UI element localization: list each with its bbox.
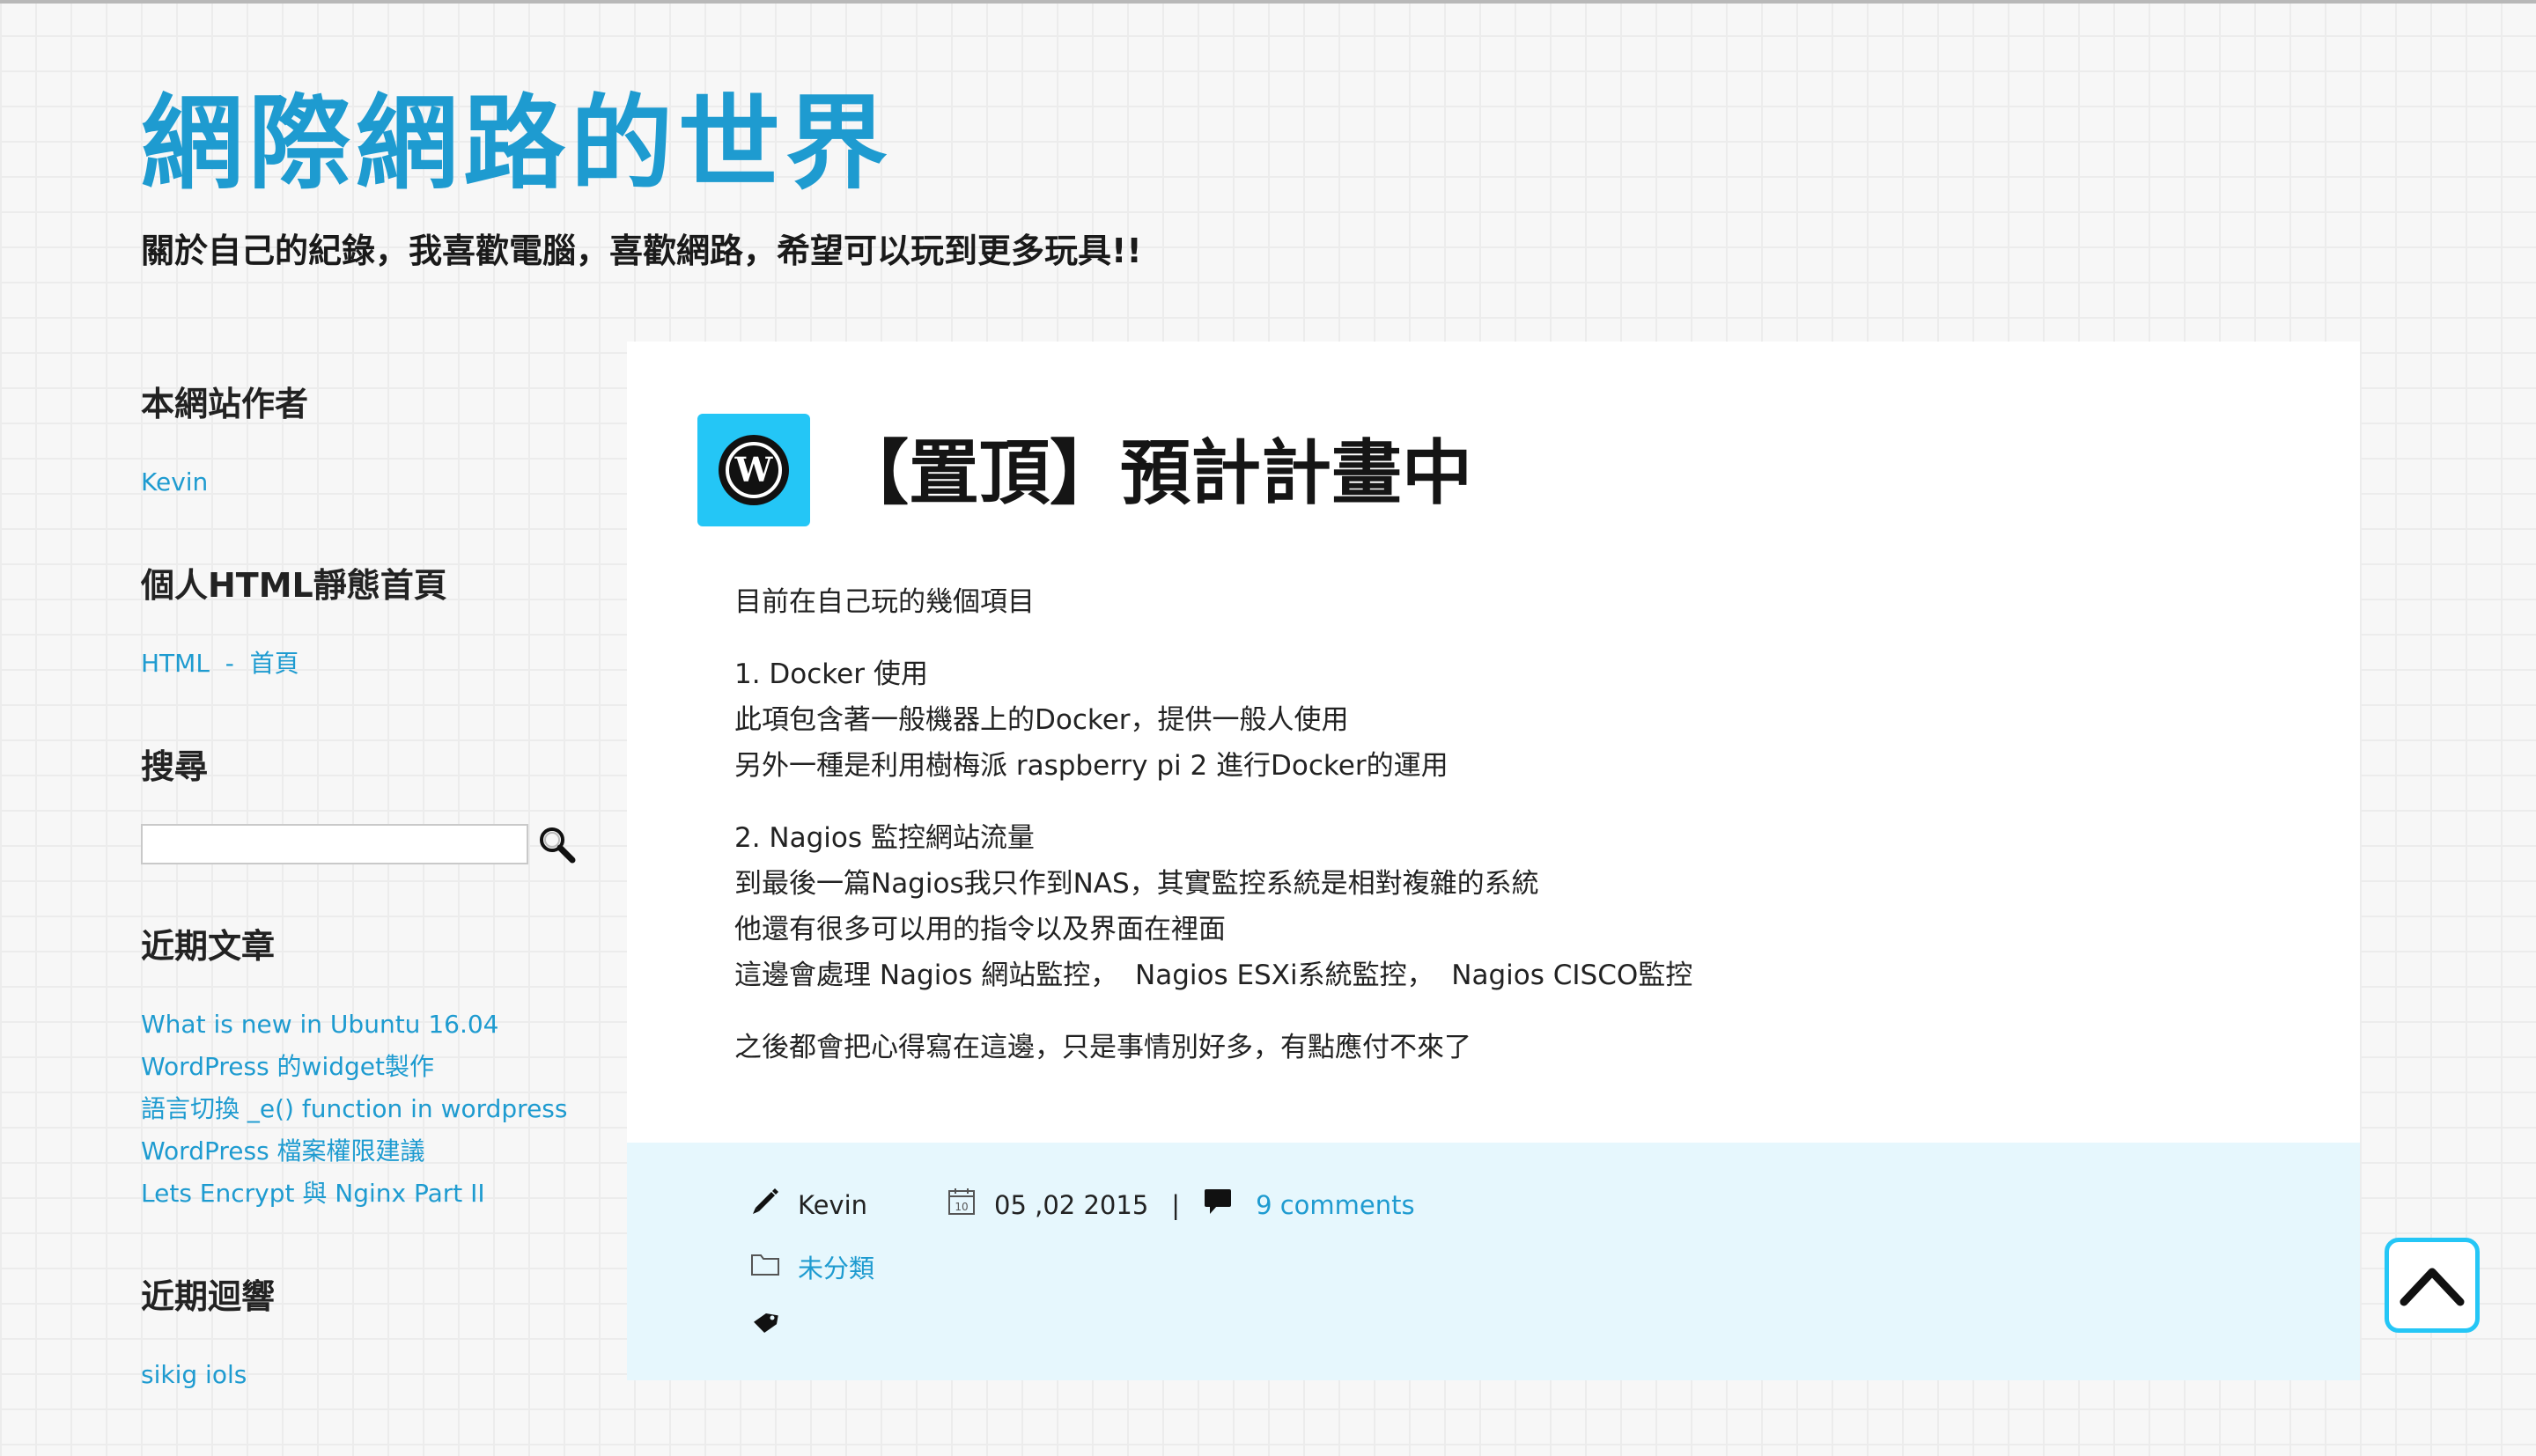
comment-icon (1203, 1187, 1233, 1223)
tag-icon (750, 1310, 780, 1342)
widget-title-search: 搜尋 (141, 747, 209, 786)
svg-text:W: W (734, 450, 774, 489)
post-content: 目前在自己玩的幾個項目 1. Docker 使用 此項包含著一般機器上的Dock… (734, 579, 2284, 1097)
widget-recent-posts: 近期文章 What is new in Ubuntu 16.04 WordPre… (141, 924, 616, 1215)
category-link[interactable]: 未分類 (798, 1248, 874, 1285)
search-icon[interactable] (537, 825, 576, 864)
post-section: 1. Docker 使用 此項包含著一般機器上的Docker，提供一般人使用 另… (734, 651, 2284, 789)
post-footer: Kevin 10 05 ,02 2015 | 9 comments 未分類 (627, 1143, 2360, 1380)
widget-title-author: 本網站作者 (141, 385, 309, 423)
chevron-up-icon (2400, 1268, 2465, 1306)
recent-post-link[interactable]: 語言切換 _e() function in wordpress (141, 1088, 616, 1130)
widget-title-homepage: 個人HTML靜態首頁 (141, 566, 447, 605)
search-input[interactable] (141, 824, 528, 864)
folder-icon (750, 1251, 780, 1283)
post-article: W 【置頂】預計計畫中 目前在自己玩的幾個項目 1. Docker 使用 此項包… (627, 342, 2360, 1380)
post-outro: 之後都會把心得寫在這邊，只是事情別好多，有點應付不來了 (734, 1025, 2284, 1070)
widget-title-recent-posts: 近期文章 (141, 927, 276, 966)
back-to-top-button[interactable] (2385, 1238, 2480, 1333)
post-line: 這邊會處理 Nagios 網站監控， Nagios ESXi系統監控， Nagi… (734, 960, 1693, 991)
widget-homepage: 個人HTML靜態首頁 HTML - 首頁 (141, 563, 616, 685)
widget-author: 本網站作者 Kevin (141, 382, 616, 504)
site-description: 關於自己的紀錄，我喜歡電腦，喜歡網路，希望可以玩到更多玩具!! (141, 232, 1142, 270)
meta-row-main: Kevin 10 05 ,02 2015 | 9 comments (750, 1187, 1415, 1223)
widget-recent-comments: 近期迴響 sikig iols (141, 1275, 616, 1396)
post-intro: 目前在自己玩的幾個項目 (734, 579, 2284, 625)
post-line: 另外一種是利用樹梅派 raspberry pi 2 進行Docker的運用 (734, 750, 1449, 782)
post-section: 2. Nagios 監控網站流量 到最後一篇Nagios我只作到NAS，其實監控… (734, 815, 2284, 998)
recent-post-link[interactable]: Lets Encrypt 與 Nginx Part II (141, 1173, 616, 1215)
post-date: 05 ,02 2015 (994, 1189, 1149, 1220)
post-line: 此項包含著一般機器上的Docker，提供一般人使用 (734, 704, 1349, 736)
calendar-icon: 10 (947, 1187, 977, 1223)
post-intro-text: 目前在自己玩的幾個項目 (734, 586, 1035, 618)
comments-link[interactable]: 9 comments (1256, 1190, 1415, 1220)
site-title[interactable]: 網際網路的世界 (141, 83, 893, 206)
recent-comment-link[interactable]: sikig iols (141, 1354, 616, 1396)
meta-row-tags (750, 1310, 798, 1342)
recent-post-link[interactable]: WordPress 的widget製作 (141, 1046, 616, 1088)
homepage-link[interactable]: HTML - 首頁 (141, 643, 616, 685)
calendar-day: 10 (955, 1201, 968, 1213)
post-line: 1. Docker 使用 (734, 658, 928, 690)
post-outro-text: 之後都會把心得寫在這邊，只是事情別好多，有點應付不來了 (734, 1032, 1471, 1063)
recent-post-link[interactable]: WordPress 檔案權限建議 (141, 1130, 616, 1173)
widget-search: 搜尋 (141, 745, 616, 864)
widget-title-recent-comments: 近期迴響 (141, 1277, 276, 1316)
search-form (141, 824, 616, 864)
meta-separator: | (1171, 1189, 1181, 1220)
wordpress-icon: W (697, 414, 810, 526)
meta-row-category: 未分類 (750, 1248, 874, 1285)
author-link[interactable]: Kevin (141, 461, 616, 504)
post-line: 2. Nagios 監控網站流量 (734, 822, 1035, 854)
post-title[interactable]: 【置頂】預計計畫中 (838, 430, 1472, 518)
sidebar: 本網站作者 Kevin 個人HTML靜態首頁 HTML - 首頁 搜尋 近期文章… (141, 382, 616, 1456)
post-line: 到最後一篇Nagios我只作到NAS，其實監控系統是相對複雜的系統 (734, 868, 1539, 900)
pencil-icon (750, 1187, 780, 1223)
recent-post-link[interactable]: What is new in Ubuntu 16.04 (141, 1004, 616, 1046)
post-line: 他還有很多可以用的指令以及界面在裡面 (734, 914, 1226, 945)
post-author[interactable]: Kevin (798, 1190, 867, 1220)
